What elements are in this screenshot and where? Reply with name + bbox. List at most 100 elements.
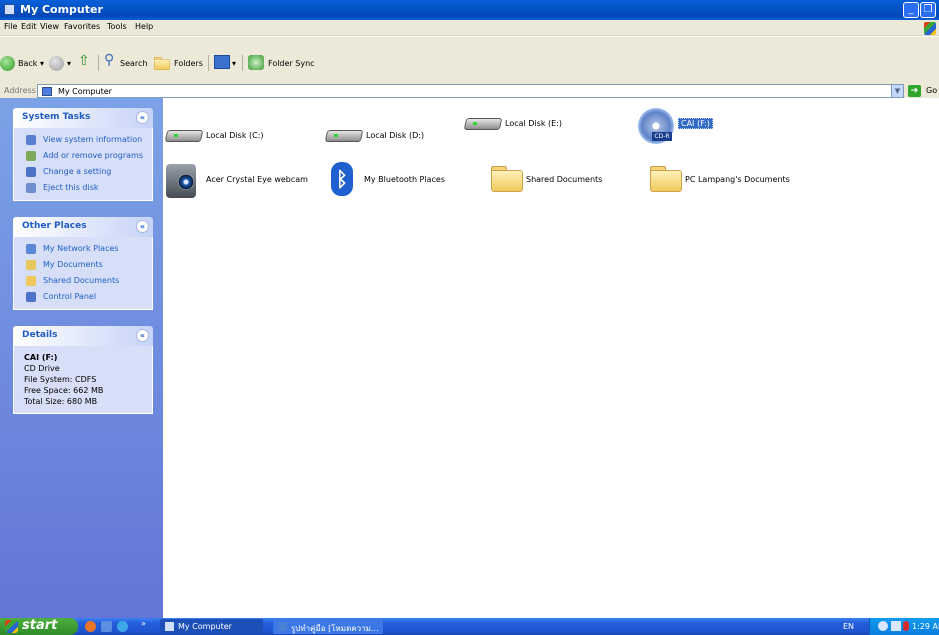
drive-label: Local Disk (D:) (366, 131, 425, 140)
word-document-icon (278, 622, 287, 631)
menu-tools[interactable]: Tools (107, 22, 127, 31)
other-place-item[interactable]: Control Panel (24, 289, 146, 305)
search-button[interactable]: Search (120, 59, 147, 68)
address-dropdown-icon[interactable]: ▼ (891, 85, 903, 97)
toolbar-separator (208, 55, 209, 71)
drive-item-e[interactable]: Local Disk (E:) (463, 112, 615, 152)
menu-view[interactable]: View (40, 22, 59, 31)
other-places-title: Other Places (22, 221, 87, 231)
hard-drive-icon (164, 126, 204, 144)
other-place-item[interactable]: My Network Places (24, 241, 146, 257)
details-total-size: Total Size: 680 MB (24, 397, 98, 406)
go-arrow-icon[interactable]: ➔ (908, 85, 921, 97)
details-title: Details (22, 330, 58, 340)
quicklaunch-browser-icon[interactable] (117, 621, 128, 632)
start-label: start (22, 618, 58, 633)
up-folder-icon[interactable]: ⇧ (78, 53, 90, 69)
collapse-chevron-icon[interactable]: « (136, 111, 149, 124)
maximize-button[interactable]: ❐ (920, 2, 936, 18)
device-item-webcam[interactable]: Acer Crystal Eye webcam (166, 164, 316, 204)
task-pane: System Tasks « View system information Ad… (0, 98, 163, 618)
other-place-item-label: My Documents (43, 260, 103, 269)
drive-label: Local Disk (C:) (206, 131, 264, 140)
folder-icon (650, 164, 684, 192)
system-task-item[interactable]: Add or remove programs (24, 148, 146, 164)
system-task-item-label: Change a setting (43, 167, 112, 176)
folder-sync-icon (248, 55, 264, 70)
drive-label: CAI (F:) (678, 118, 713, 129)
system-tasks-panel: System Tasks « View system information Ad… (13, 108, 153, 201)
drive-label: Local Disk (E:) (505, 119, 562, 128)
device-label: My Bluetooth Places (364, 175, 445, 184)
system-task-item[interactable]: Change a setting (24, 164, 146, 180)
other-place-item-label: My Network Places (43, 244, 119, 253)
folder-item-shared-documents[interactable]: Shared Documents (491, 164, 641, 204)
quicklaunch-firefox-icon[interactable] (85, 621, 96, 632)
content-area: Local Disk (C:) Local Disk (D:) Local Di… (163, 98, 939, 618)
drive-item-f[interactable]: CD-R CAI (F:) (638, 108, 788, 148)
system-task-item[interactable]: View system information (24, 132, 146, 148)
back-button[interactable]: Back (18, 59, 37, 68)
eject-icon (26, 183, 36, 193)
clock: 1:29 AM (912, 622, 939, 631)
details-header[interactable]: Details « (13, 326, 153, 346)
title-bar[interactable]: My Computer _ ❐ (0, 0, 939, 20)
system-info-icon (26, 135, 36, 145)
toolbar: Back ▾ ▾ ⇧ ⚲ Search Folders ▾ Folder Syn… (0, 37, 939, 84)
folders-icon (154, 56, 170, 70)
tray-volume-icon[interactable] (891, 621, 901, 631)
hard-drive-icon (463, 114, 503, 132)
back-arrow-icon[interactable] (0, 56, 15, 71)
add-remove-programs-icon (26, 151, 36, 161)
collapse-chevron-icon[interactable]: « (136, 329, 149, 342)
language-indicator[interactable]: EN (843, 622, 854, 631)
menu-edit[interactable]: Edit (21, 22, 37, 31)
folder-sync-button[interactable]: Folder Sync (268, 59, 315, 68)
menu-favorites[interactable]: Favorites (64, 22, 100, 31)
menu-help[interactable]: Help (135, 22, 153, 31)
drive-item-c[interactable]: Local Disk (C:) (164, 124, 316, 164)
taskbar-item-my-computer[interactable]: My Computer (160, 619, 263, 634)
address-bar: Address My Computer ▼ ➔ Go (0, 84, 939, 98)
views-dropdown-icon[interactable]: ▾ (232, 59, 236, 68)
menu-file[interactable]: File (4, 22, 17, 31)
other-place-item[interactable]: My Documents (24, 257, 146, 273)
system-tasks-header[interactable]: System Tasks « (13, 108, 153, 128)
folder-item-pc-lampang-documents[interactable]: PC Lampang's Documents (650, 164, 820, 204)
go-button[interactable]: Go (926, 86, 937, 95)
other-place-item[interactable]: Shared Documents (24, 273, 146, 289)
my-computer-icon (4, 4, 15, 15)
my-documents-icon (26, 260, 36, 270)
back-dropdown-icon[interactable]: ▾ (40, 59, 44, 68)
collapse-chevron-icon[interactable]: « (136, 220, 149, 233)
details-panel: Details « CAI (F:) CD Drive File System:… (13, 326, 153, 414)
system-task-item[interactable]: Eject this disk (24, 180, 146, 196)
other-places-header[interactable]: Other Places « (13, 217, 153, 237)
quicklaunch-app-icon[interactable] (101, 621, 112, 632)
forward-button[interactable] (49, 56, 64, 71)
folder-icon (26, 276, 36, 286)
device-item-bluetooth[interactable]: ᛒ My Bluetooth Places (331, 162, 481, 202)
bluetooth-icon: ᛒ (331, 162, 353, 196)
other-places-list: My Network Places My Documents Shared Docu… (13, 237, 153, 310)
drive-item-d[interactable]: Local Disk (D:) (324, 124, 476, 164)
details-type: CD Drive (24, 364, 60, 373)
forward-dropdown-icon[interactable]: ▾ (67, 59, 71, 68)
details-body: CAI (F:) CD Drive File System: CDFS Free… (13, 346, 153, 414)
start-button[interactable]: start (0, 618, 78, 635)
minimize-button[interactable]: _ (903, 2, 919, 18)
toolbar-separator (242, 55, 243, 71)
views-icon[interactable] (214, 55, 230, 69)
taskbar-item-label: My Computer (178, 622, 232, 631)
folders-button[interactable]: Folders (174, 59, 203, 68)
tray-network-icon[interactable] (878, 621, 888, 631)
tray-security-icon[interactable] (903, 621, 909, 631)
details-name: CAI (F:) (24, 353, 58, 362)
address-input[interactable]: My Computer ▼ (37, 84, 904, 98)
taskbar-item-word[interactable]: รูปทำคู่มือ [โหมดความ... (273, 619, 383, 634)
folder-label: PC Lampang's Documents (685, 175, 790, 184)
system-tasks-title: System Tasks (22, 112, 91, 122)
window-title: My Computer (20, 3, 103, 16)
quicklaunch-expand-icon[interactable]: » (141, 619, 146, 628)
control-panel-icon (26, 292, 36, 302)
